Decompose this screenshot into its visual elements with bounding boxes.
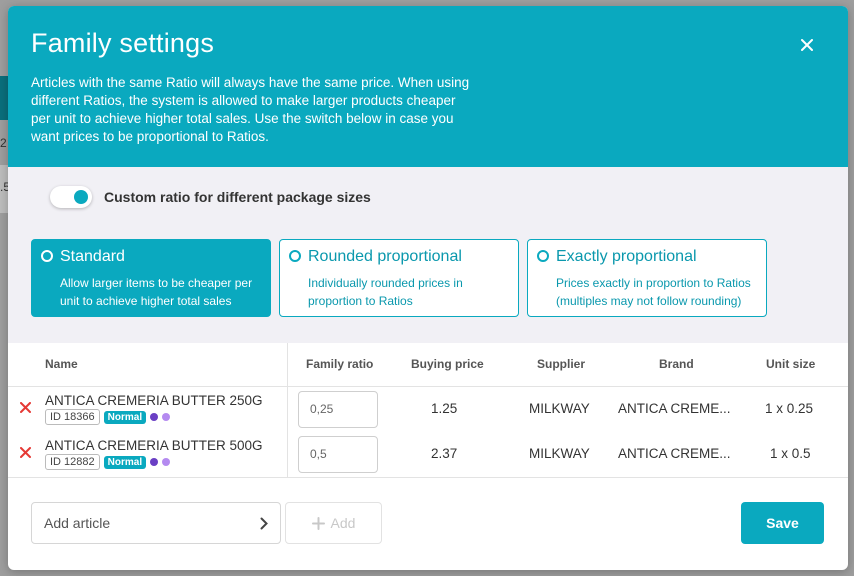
custom-ratio-toggle[interactable] xyxy=(50,186,92,208)
article-id: ID 18366 xyxy=(45,409,100,425)
header-name: Name xyxy=(45,357,78,371)
radio-icon xyxy=(289,250,301,262)
header-supplier: Supplier xyxy=(537,357,586,371)
buying-price: 1.25 xyxy=(431,401,458,416)
article-id: ID 12882 xyxy=(45,454,100,470)
table-row: ANTICA CREMERIA BUTTER 500G ID 12882 Nor… xyxy=(8,432,848,477)
article-name: ANTICA CREMERIA BUTTER 250G xyxy=(45,393,263,408)
dot-indicator xyxy=(162,458,171,466)
unit-size: 1 x 0.5 xyxy=(770,446,811,461)
modal-header: Family settings Articles with the same R… xyxy=(8,6,848,167)
family-settings-modal: Family settings Articles with the same R… xyxy=(8,6,848,570)
add-button-label: Add xyxy=(330,515,356,531)
option-desc: Individually rounded prices in proportio… xyxy=(308,276,463,308)
article-tags: ID 18366 Normal xyxy=(45,409,171,425)
brand: ANTICA CREME... xyxy=(618,401,731,416)
status-badge: Normal xyxy=(103,455,147,469)
save-button[interactable]: Save xyxy=(741,502,824,544)
option-exactly-proportional[interactable]: Exactly proportional Prices exactly in p… xyxy=(527,239,767,317)
brand: ANTICA CREME... xyxy=(618,446,731,461)
close-icon xyxy=(20,447,31,458)
table-header: Name Family ratio Buying price Supplier … xyxy=(8,343,848,387)
background-text: 2 xyxy=(0,136,7,150)
plus-icon xyxy=(311,516,325,530)
supplier: MILKWAY xyxy=(529,401,590,416)
supplier: MILKWAY xyxy=(529,446,590,461)
option-title: Standard xyxy=(60,248,125,265)
header-family-ratio: Family ratio xyxy=(306,357,374,371)
unit-size: 1 x 0.25 xyxy=(765,401,814,416)
close-icon xyxy=(20,402,31,413)
option-title: Exactly proportional xyxy=(556,248,697,265)
family-ratio-input[interactable]: 0,5 xyxy=(298,436,378,473)
option-desc: Allow larger items to be cheaper per uni… xyxy=(60,276,253,308)
table-row: ANTICA CREMERIA BUTTER 250G ID 18366 Nor… xyxy=(8,387,848,432)
modal-title: Family settings xyxy=(31,28,215,58)
article-tags: ID 12882 Normal xyxy=(45,454,171,470)
custom-ratio-label: Custom ratio for different package sizes xyxy=(104,189,371,205)
add-article-input[interactable]: Add article xyxy=(31,502,281,544)
close-icon xyxy=(801,39,813,51)
option-desc: Prices exactly in proportion to Ratios (… xyxy=(556,276,751,308)
option-standard[interactable]: Standard Allow larger items to be cheape… xyxy=(31,239,271,317)
custom-ratio-row: Custom ratio for different package sizes xyxy=(50,186,371,208)
articles-table: Name Family ratio Buying price Supplier … xyxy=(8,343,848,478)
chevron-right-icon xyxy=(260,517,268,529)
status-badge: Normal xyxy=(103,410,147,424)
dot-indicator xyxy=(162,413,171,421)
option-rounded-proportional[interactable]: Rounded proportional Individually rounde… xyxy=(279,239,519,317)
toggle-knob xyxy=(74,190,88,204)
delete-row-button[interactable] xyxy=(20,401,32,415)
dot-indicator xyxy=(150,413,159,421)
header-unit-size: Unit size xyxy=(766,357,816,371)
buying-price: 2.37 xyxy=(431,446,458,461)
radio-icon xyxy=(537,250,549,262)
option-title: Rounded proportional xyxy=(308,248,462,265)
close-button[interactable] xyxy=(796,34,818,56)
header-buying-price: Buying price xyxy=(411,357,484,371)
add-button[interactable]: Add xyxy=(285,502,382,544)
pricing-options: Standard Allow larger items to be cheape… xyxy=(31,239,767,317)
dot-indicator xyxy=(150,458,159,466)
add-article-placeholder: Add article xyxy=(44,515,111,531)
modal-description: Articles with the same Ratio will always… xyxy=(31,75,470,144)
header-brand: Brand xyxy=(659,357,694,371)
article-name: ANTICA CREMERIA BUTTER 500G xyxy=(45,438,263,453)
divider xyxy=(8,477,848,478)
delete-row-button[interactable] xyxy=(20,446,32,460)
radio-icon xyxy=(41,250,53,262)
family-ratio-input[interactable]: 0,25 xyxy=(298,391,378,428)
